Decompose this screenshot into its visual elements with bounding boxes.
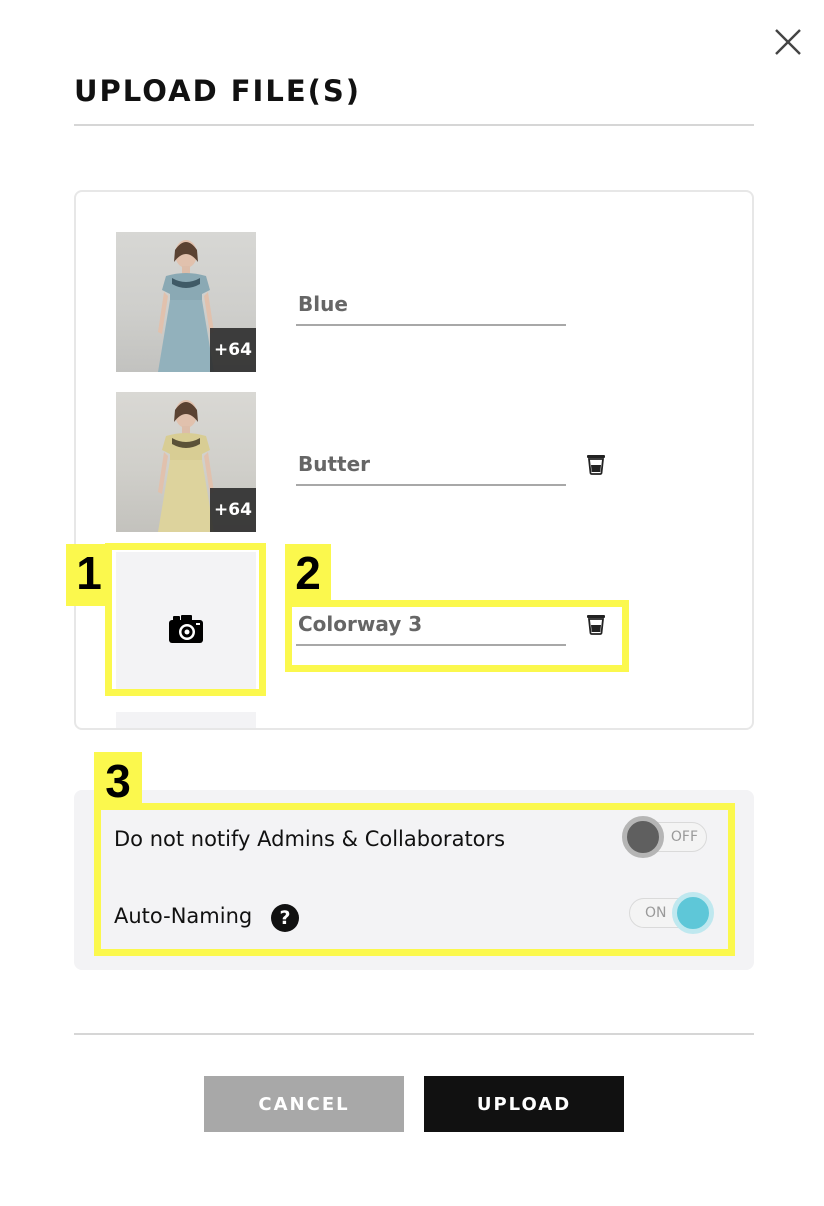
image-count-badge: +64 xyxy=(210,488,256,532)
add-image-button[interactable] xyxy=(116,552,256,692)
upload-options-panel: Do not notify Admins & Collaborators OFF… xyxy=(74,790,754,970)
file-row: +64 xyxy=(116,232,676,372)
toggle-knob xyxy=(622,816,664,858)
footer-divider xyxy=(74,1033,754,1035)
toggle-knob xyxy=(672,892,714,934)
close-button[interactable] xyxy=(772,26,804,58)
image-count-badge: +64 xyxy=(210,328,256,372)
colorway-name-field xyxy=(296,444,566,486)
colorway-name-field xyxy=(296,604,566,646)
colorway-name-input[interactable] xyxy=(298,288,560,320)
dialog-title: UPLOAD FILE(S) xyxy=(74,74,362,108)
file-row xyxy=(116,552,676,692)
cancel-button[interactable]: CANCEL xyxy=(204,1076,404,1132)
help-icon[interactable]: ? xyxy=(271,904,299,932)
auto-naming-toggle[interactable]: ON xyxy=(629,892,714,934)
trash-icon xyxy=(587,455,605,475)
colorway-name-input[interactable] xyxy=(298,448,560,480)
camera-icon xyxy=(169,615,203,643)
notify-option-label: Do not notify Admins & Collaborators xyxy=(114,827,506,851)
file-thumbnail[interactable]: +64 xyxy=(116,392,256,532)
title-divider xyxy=(74,124,754,126)
file-thumbnail[interactable] xyxy=(116,712,256,728)
close-icon xyxy=(775,29,801,55)
file-list[interactable]: +64 +64 xyxy=(74,190,754,730)
notify-toggle[interactable]: OFF xyxy=(622,816,707,858)
toggle-state-label: OFF xyxy=(670,829,698,845)
delete-button[interactable] xyxy=(586,453,606,475)
colorway-name-input[interactable] xyxy=(298,608,560,640)
auto-naming-label: Auto-Naming xyxy=(114,904,253,928)
colorway-name-field xyxy=(296,284,566,326)
delete-button[interactable] xyxy=(586,613,606,635)
file-row: +64 xyxy=(116,392,676,532)
upload-button[interactable]: UPLOAD xyxy=(424,1076,624,1132)
trash-icon xyxy=(587,615,605,635)
toggle-state-label: ON xyxy=(645,905,667,921)
file-thumbnail[interactable]: +64 xyxy=(116,232,256,372)
